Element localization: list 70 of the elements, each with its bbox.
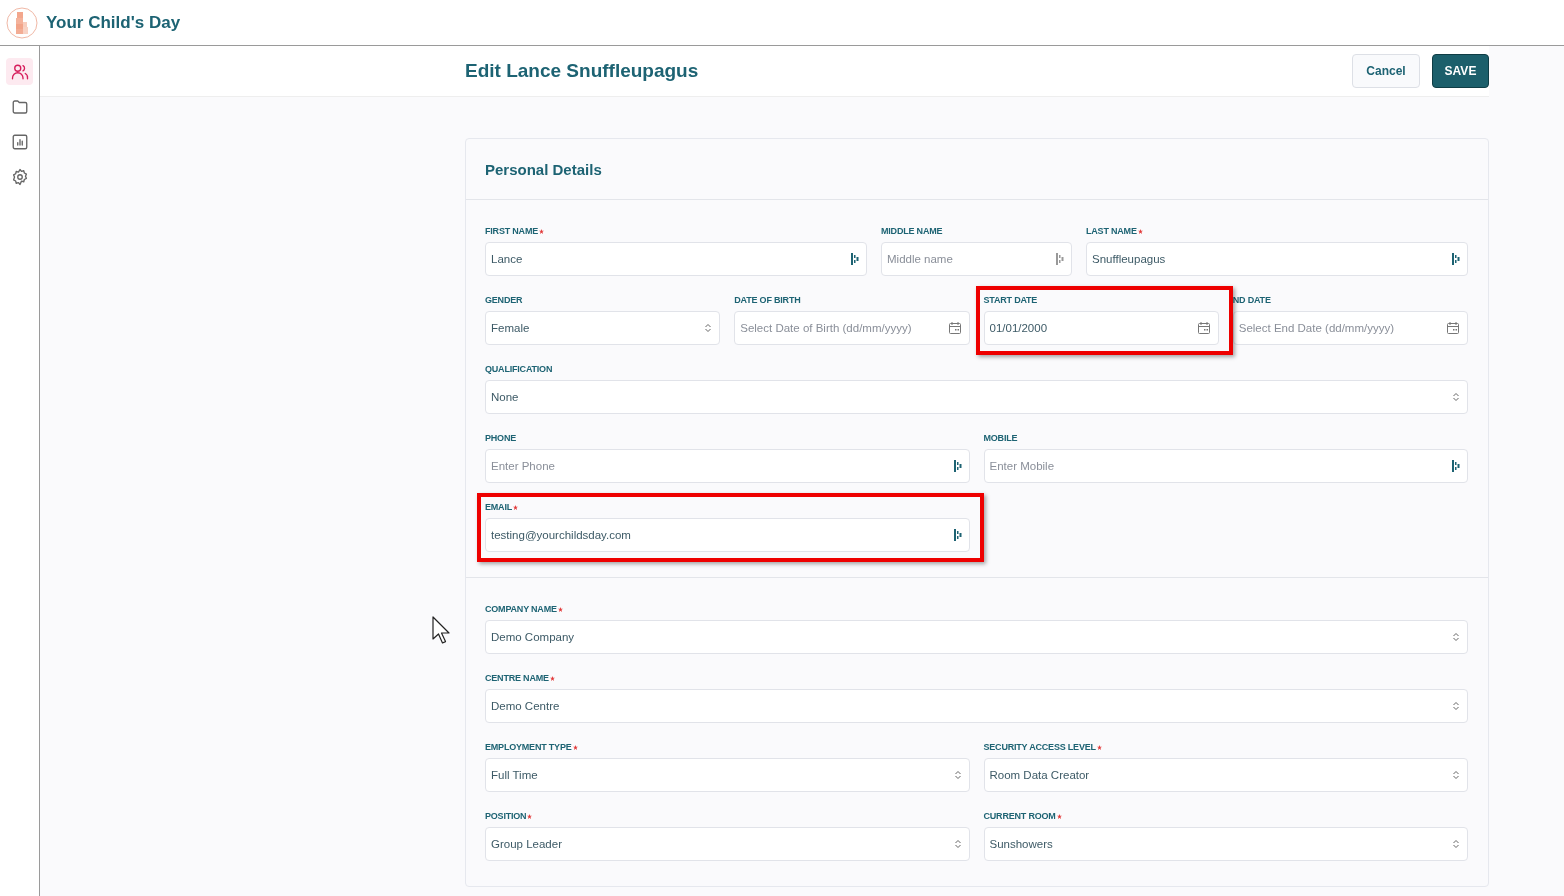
mouse-pointer-icon [432, 616, 452, 644]
field-label: MIDDLE NAME [881, 225, 943, 237]
people-icon [10, 62, 29, 81]
password-manager-icon [1452, 253, 1460, 265]
field-label: MOBILE [983, 432, 1018, 444]
save-button[interactable]: SAVE [1432, 54, 1489, 88]
updown-chevron-icon [1453, 392, 1459, 402]
required-icon [513, 505, 518, 510]
app-title: Your Child's Day [46, 12, 181, 33]
input-field[interactable]: Enter Phone [485, 449, 970, 483]
required-icon [1056, 814, 1062, 819]
select-field[interactable]: Sunshowers [983, 827, 1468, 861]
field-label: CURRENT ROOM [983, 810, 1056, 822]
select-field[interactable]: Group Leader [485, 827, 970, 861]
input-field[interactable]: Enter Mobile [983, 449, 1468, 483]
page-title: Edit Lance Snuffleupagus [465, 60, 700, 82]
password-manager-icon [1452, 460, 1460, 472]
logo-icon [6, 6, 38, 39]
required-icon [539, 229, 544, 234]
field-label: ND DATE [1232, 294, 1271, 306]
input-field[interactable]: Middle name [881, 242, 1072, 276]
field-label: POSITION [485, 810, 527, 822]
updown-chevron-icon [954, 839, 961, 849]
required-icon [557, 607, 563, 612]
field-label: EMPLOYMENT TYPE [485, 741, 572, 753]
calendar-icon [1197, 322, 1210, 334]
updown-chevron-icon [1453, 632, 1459, 642]
calendar-icon [948, 322, 961, 334]
card-title: Personal Details [485, 160, 602, 178]
field-label: START DATE [983, 294, 1038, 306]
password-manager-icon [1056, 253, 1064, 265]
password-manager-icon [953, 529, 962, 541]
password-manager-icon [953, 460, 962, 472]
field-label: LAST NAME [1086, 225, 1137, 237]
required-icon [527, 814, 533, 819]
folder-icon [10, 97, 29, 116]
input-field[interactable]: Snuffleupagus [1086, 242, 1468, 276]
required-icon [549, 676, 555, 681]
select-field[interactable]: Demo Company [485, 620, 1468, 654]
field-label: GENDER [485, 294, 523, 306]
field-label: CENTRE NAME [485, 672, 549, 684]
select-field[interactable]: Female [485, 311, 721, 345]
updown-chevron-icon [1453, 701, 1459, 711]
field-label: PHONE [485, 432, 516, 444]
select-field[interactable]: Demo Centre [485, 689, 1468, 723]
settings-icon [10, 167, 29, 186]
date-field[interactable]: 01/01/2000 [983, 311, 1219, 345]
select-field[interactable]: None [485, 380, 1468, 414]
field-label: DATE OF BIRTH [734, 294, 801, 306]
password-manager-icon [851, 253, 859, 265]
field-label: QUALIFICATION [485, 363, 553, 375]
select-field[interactable]: Full Time [485, 758, 970, 792]
required-icon [1096, 745, 1102, 750]
sidebar-item[interactable] [6, 58, 33, 85]
updown-chevron-icon [954, 770, 961, 780]
input-field[interactable]: Lance [485, 242, 867, 276]
required-icon [1137, 229, 1143, 234]
field-label: EMAIL [485, 501, 512, 513]
calendar-icon [1447, 322, 1459, 334]
field-label: COMPANY NAME [485, 603, 557, 615]
chart-icon [10, 132, 29, 151]
updown-chevron-icon [1453, 839, 1459, 849]
field-label: SECURITY ACCESS LEVEL [983, 741, 1096, 753]
updown-chevron-icon [705, 323, 712, 333]
cancel-button[interactable]: Cancel [1352, 54, 1420, 88]
select-field[interactable]: Room Data Creator [983, 758, 1468, 792]
input-field[interactable]: testing@yourchildsday.com [485, 518, 970, 552]
required-icon [572, 745, 578, 750]
field-label: FIRST NAME [485, 225, 538, 237]
updown-chevron-icon [1453, 770, 1459, 780]
